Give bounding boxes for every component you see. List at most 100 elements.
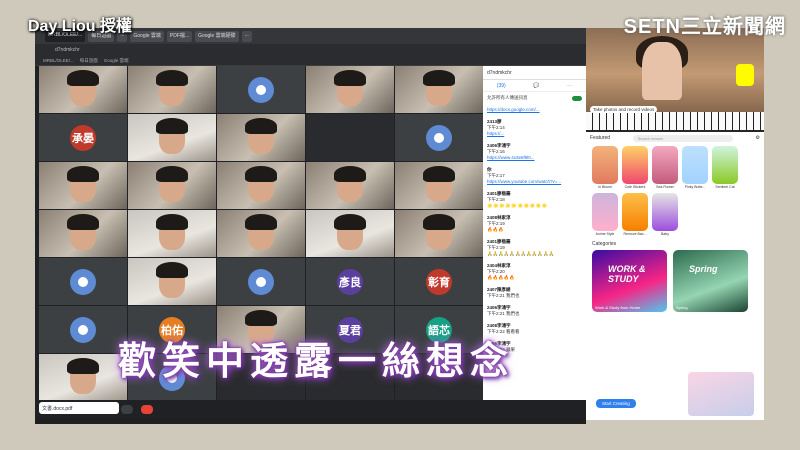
chat-message: 2413廖 下午2:14 https://... (483, 116, 586, 140)
participant-video-feed (156, 213, 188, 250)
start-creating-button[interactable]: Start Creating (596, 399, 636, 408)
participant-tile[interactable] (217, 114, 305, 161)
participant-tile[interactable] (306, 210, 394, 257)
participant-tile[interactable]: 彰育 (395, 258, 483, 305)
participant-video-feed (156, 165, 188, 202)
chat-header: d7ndmkchr (483, 66, 586, 80)
chat-link[interactable]: https://... (487, 131, 582, 137)
bookmark-item[interactable]: 每日遊戲 (80, 58, 98, 64)
participant-video-feed (67, 165, 99, 202)
channel-logo: SETN三立新聞網 (623, 16, 786, 38)
participant-tile[interactable] (128, 66, 216, 113)
lens-card[interactable]: In Bloom (592, 146, 618, 189)
lens-browser-header: Featured Search lenses ⚙ (586, 132, 764, 144)
chat-meta: 下午2:21 我們也 (487, 293, 520, 298)
participant-tile[interactable]: 彥良 (306, 258, 394, 305)
participant-video-feed (334, 69, 366, 106)
lens-label: In Bloom (598, 185, 612, 189)
bookmark-item[interactable]: Google 雲端 (104, 58, 129, 64)
category-row: WORK & STUDY Work & Study from Home Spri… (586, 250, 764, 312)
lens-card[interactable]: Cute Stickers (622, 146, 648, 189)
chat-permission-toggle[interactable]: 允許所有人傳送訊息 (483, 92, 586, 104)
tab-people[interactable]: (39) (497, 83, 506, 89)
participant-tile[interactable] (217, 162, 305, 209)
capture-hint[interactable]: Take photos and record videos (590, 106, 658, 113)
participant-tile[interactable] (395, 210, 483, 257)
participant-video-feed (156, 261, 188, 298)
lens-label: Baby (661, 232, 669, 236)
participant-tile[interactable]: 承晏 (39, 114, 127, 161)
lens-card[interactable]: Sentient Cat (712, 146, 738, 189)
participant-tile[interactable] (128, 210, 216, 257)
lens-label: Sentient Cat (715, 185, 735, 189)
browser-tab[interactable]: ... (241, 30, 252, 42)
participant-tile[interactable] (306, 114, 394, 161)
gear-icon[interactable]: ⚙ (756, 135, 760, 141)
chat-emoji: 🌟🌟🌟🌟🌟🌟🌟🌟🌟🌟 (487, 203, 549, 208)
lens-label: Remove Bac... (623, 232, 647, 236)
featured-title: Featured (590, 135, 611, 141)
participant-tile[interactable] (395, 114, 483, 161)
browser-tab[interactable]: Google 雲端 (130, 30, 164, 42)
participant-initials-avatar: 彥良 (337, 268, 363, 295)
lens-label: Cute Stickers (624, 185, 646, 189)
snapcode-icon[interactable] (736, 64, 754, 86)
participant-tile[interactable] (128, 258, 216, 305)
participant-video-feed (245, 213, 277, 250)
participant-tile[interactable] (128, 114, 216, 161)
bookmark-item[interactable]: MRBL/OLEE/... (43, 58, 74, 63)
participant-tile[interactable] (39, 354, 127, 401)
participant-tile[interactable] (39, 306, 127, 353)
chat-meta: 下午2:21 我們也 (487, 311, 520, 316)
category-label: Spring (676, 305, 688, 310)
address-bar[interactable]: d7ndmkchr (35, 44, 586, 56)
participant-video-feed (156, 69, 188, 106)
chat-message: 2404林家淳 下午2:20 🔥🔥🔥🔥🔥 (483, 260, 586, 284)
lens-card[interactable]: Anime Style (592, 193, 618, 236)
category-card-work[interactable]: WORK & STUDY Work & Study from Home (592, 250, 667, 312)
participant-tile[interactable] (39, 210, 127, 257)
snap-camera-panel: Take photos and record videos Featured S… (586, 28, 764, 420)
lens-card[interactable]: Remove Bac... (622, 193, 648, 236)
participant-tile[interactable] (395, 162, 483, 209)
category-art-text: Spring (689, 264, 718, 274)
performer-figure (642, 42, 682, 100)
participant-video-feed (156, 117, 188, 154)
participant-tile[interactable] (395, 66, 483, 113)
participant-tile[interactable] (39, 66, 127, 113)
lens-row: In Bloom Cute Stickers Sea Flower Pinky But… (586, 144, 764, 191)
lens-thumbnail (622, 146, 648, 184)
participant-tile[interactable] (39, 258, 127, 305)
participant-tile[interactable] (217, 258, 305, 305)
participant-initials-avatar: 承晏 (70, 124, 96, 151)
lens-card[interactable]: Sea Flower (652, 146, 678, 189)
lens-card[interactable]: Baby (652, 193, 678, 236)
participant-tile[interactable] (128, 162, 216, 209)
toggle-switch-icon[interactable] (572, 95, 582, 101)
chat-link[interactable]: https://www.4x3e6f9l0... (487, 155, 582, 161)
tab-activities[interactable]: ⋯ (567, 83, 572, 89)
chat-message: 2406李鴻宇 下午2:16 https://www.4x3e6f9l0... (483, 140, 586, 164)
tab-chat[interactable]: 💬 (533, 83, 539, 89)
chat-link[interactable]: https://docs.google.com/... (487, 107, 582, 113)
bookmarks-bar: MRBL/OLEE/... 每日遊戲 Google 雲端 (35, 56, 586, 66)
participant-video-feed (423, 213, 455, 250)
browser-tab[interactable]: Google 雲端硬碟 (195, 30, 239, 42)
address-url: d7ndmkchr (55, 47, 80, 53)
participant-tile[interactable] (306, 162, 394, 209)
camera-button[interactable] (120, 404, 133, 414)
lens-preview-thumbnail (688, 372, 754, 416)
lens-thumbnail (622, 193, 648, 231)
chat-link[interactable]: https://www.youtube.com/watch?v=... (487, 179, 582, 185)
source-credit: Day Liou 授權 (28, 18, 133, 35)
leave-call-button[interactable] (140, 404, 153, 414)
participant-tile[interactable] (217, 66, 305, 113)
lens-search-input[interactable]: Search lenses (632, 134, 733, 142)
participant-tile[interactable] (39, 162, 127, 209)
browser-tab[interactable]: PDF檔... (166, 30, 193, 42)
lens-card[interactable]: Pinky Butte... (682, 146, 708, 189)
participant-tile[interactable] (217, 210, 305, 257)
downloaded-file-chip[interactable]: 文書.docx.pdf (39, 402, 119, 414)
participant-tile[interactable] (306, 66, 394, 113)
category-card-spring[interactable]: Spring Spring (673, 250, 748, 312)
